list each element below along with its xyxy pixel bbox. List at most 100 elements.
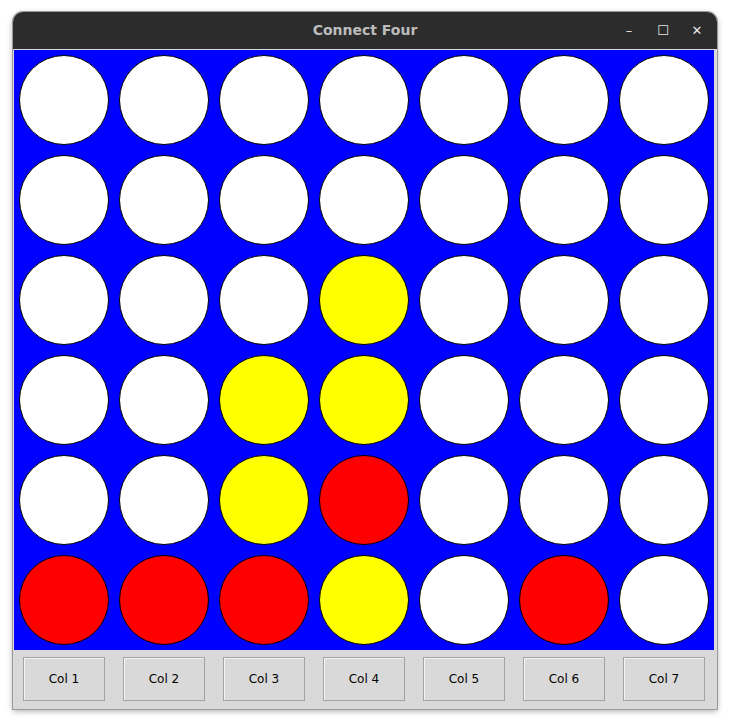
column-button[interactable]: Col 7 bbox=[623, 657, 705, 701]
column-button[interactable]: Col 5 bbox=[423, 657, 505, 701]
disc bbox=[419, 555, 509, 645]
board-slot bbox=[14, 150, 114, 250]
board-slot bbox=[114, 350, 214, 450]
disc bbox=[419, 455, 509, 545]
disc bbox=[319, 55, 409, 145]
window-title: Connect Four bbox=[313, 20, 418, 41]
disc bbox=[219, 455, 309, 545]
disc bbox=[219, 355, 309, 445]
board-slot bbox=[14, 250, 114, 350]
disc bbox=[619, 555, 709, 645]
disc bbox=[619, 155, 709, 245]
board-slot bbox=[214, 550, 314, 650]
board-slot bbox=[14, 550, 114, 650]
board-slot bbox=[14, 450, 114, 550]
board-slot bbox=[514, 50, 614, 150]
minimize-icon[interactable]: – bbox=[619, 24, 639, 37]
board-slot bbox=[314, 350, 414, 450]
disc bbox=[619, 55, 709, 145]
disc bbox=[519, 555, 609, 645]
disc bbox=[119, 155, 209, 245]
board-slot bbox=[314, 150, 414, 250]
disc bbox=[619, 455, 709, 545]
board-slot bbox=[214, 450, 314, 550]
disc bbox=[19, 555, 109, 645]
board-slot bbox=[614, 450, 714, 550]
board-slot bbox=[614, 50, 714, 150]
disc bbox=[119, 55, 209, 145]
disc bbox=[419, 55, 509, 145]
board-slot bbox=[314, 50, 414, 150]
disc bbox=[119, 555, 209, 645]
disc bbox=[619, 355, 709, 445]
disc bbox=[419, 155, 509, 245]
board-slot bbox=[114, 250, 214, 350]
board-slot bbox=[314, 550, 414, 650]
board-slot bbox=[414, 50, 514, 150]
board-slot bbox=[414, 250, 514, 350]
disc bbox=[19, 55, 109, 145]
disc bbox=[319, 255, 409, 345]
board-slot bbox=[214, 350, 314, 450]
board-slot bbox=[614, 550, 714, 650]
board-slot bbox=[14, 350, 114, 450]
disc bbox=[519, 155, 609, 245]
board-slot bbox=[514, 150, 614, 250]
disc bbox=[119, 355, 209, 445]
board-slot bbox=[314, 450, 414, 550]
disc bbox=[519, 455, 609, 545]
disc bbox=[219, 55, 309, 145]
column-button[interactable]: Col 6 bbox=[523, 657, 605, 701]
disc bbox=[519, 255, 609, 345]
board-slot bbox=[414, 550, 514, 650]
disc bbox=[319, 155, 409, 245]
board-slot bbox=[514, 350, 614, 450]
board-slot bbox=[614, 250, 714, 350]
disc bbox=[119, 255, 209, 345]
maximize-icon[interactable]: ☐ bbox=[653, 24, 673, 37]
column-buttons: Col 1 Col 2 Col 3 Col 4 Col 5 Col 6 Col 7 bbox=[14, 650, 714, 708]
board-slot bbox=[14, 50, 114, 150]
disc bbox=[519, 55, 609, 145]
column-button[interactable]: Col 4 bbox=[323, 657, 405, 701]
disc bbox=[519, 355, 609, 445]
board-slot bbox=[614, 150, 714, 250]
board-slot bbox=[114, 450, 214, 550]
window-controls: – ☐ ✕ bbox=[619, 12, 707, 49]
board-slot bbox=[614, 350, 714, 450]
board-slot bbox=[414, 450, 514, 550]
board-slot bbox=[114, 150, 214, 250]
board-slot bbox=[114, 550, 214, 650]
disc bbox=[319, 355, 409, 445]
board-slot bbox=[514, 250, 614, 350]
board-slot bbox=[214, 150, 314, 250]
disc bbox=[419, 355, 509, 445]
disc bbox=[119, 455, 209, 545]
column-button[interactable]: Col 1 bbox=[23, 657, 105, 701]
disc bbox=[219, 555, 309, 645]
board-slot bbox=[214, 50, 314, 150]
disc bbox=[319, 555, 409, 645]
board-slot bbox=[114, 50, 214, 150]
disc bbox=[19, 255, 109, 345]
board-slot bbox=[414, 150, 514, 250]
close-icon[interactable]: ✕ bbox=[687, 24, 707, 37]
board-slot bbox=[214, 250, 314, 350]
board-slot bbox=[414, 350, 514, 450]
column-button[interactable]: Col 3 bbox=[223, 657, 305, 701]
board-slot bbox=[514, 550, 614, 650]
board-slot bbox=[314, 250, 414, 350]
column-button[interactable]: Col 2 bbox=[123, 657, 205, 701]
board-slot bbox=[514, 450, 614, 550]
disc bbox=[219, 155, 309, 245]
disc bbox=[619, 255, 709, 345]
game-board bbox=[14, 50, 714, 650]
disc bbox=[319, 455, 409, 545]
disc bbox=[19, 155, 109, 245]
disc bbox=[219, 255, 309, 345]
disc bbox=[19, 355, 109, 445]
game-window: Connect Four –☐✕ Col 1Col 2Col 3Col 4Col… bbox=[13, 12, 717, 709]
disc bbox=[19, 455, 109, 545]
title-bar: Connect Four – ☐ ✕ bbox=[13, 12, 717, 49]
disc bbox=[419, 255, 509, 345]
